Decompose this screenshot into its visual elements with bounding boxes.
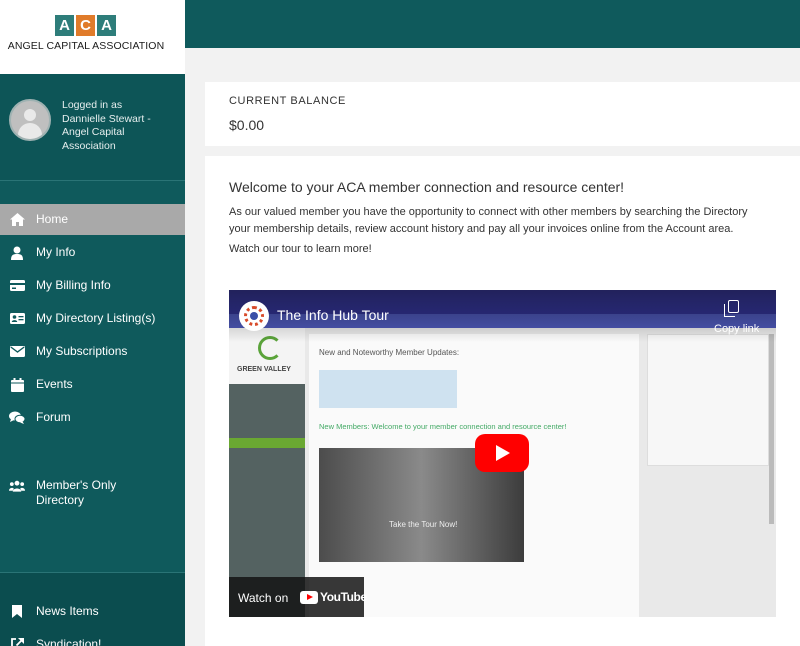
play-button[interactable] (475, 434, 529, 472)
sidebar-item-label: Home (36, 212, 69, 226)
user-info: Logged in as Dannielle Stewart - Angel C… (62, 99, 172, 153)
external-link-icon (9, 637, 25, 646)
balance-card: CURRENT BALANCE $0.00 (205, 82, 800, 146)
video-inner-heading: New and Noteworthy Member Updates: (319, 348, 460, 357)
watch-tour-text: Watch our tour to learn more! (229, 243, 372, 255)
envelope-icon (9, 344, 25, 360)
sidebar-item-home[interactable]: Home (0, 204, 185, 235)
sidebar-item-label: Forum (36, 410, 71, 424)
credit-card-icon (9, 278, 25, 294)
copy-icon[interactable] (724, 300, 739, 317)
home-icon (9, 212, 25, 228)
video-inner-logo: GREEN VALLEY (237, 366, 291, 373)
sidebar-item-label: My Directory Listing(s) (36, 311, 156, 325)
calendar-icon (9, 377, 25, 393)
sidebar-item-label: Events (36, 377, 73, 391)
logged-in-label: Logged in as (62, 99, 123, 111)
avatar (9, 99, 51, 141)
sidebar-item-label: Syndication! (36, 637, 102, 646)
sidebar-item-label: My Info (36, 245, 76, 259)
copy-link-button[interactable]: Copy link (714, 323, 759, 335)
balance-value: $0.00 (229, 117, 265, 133)
youtube-icon (300, 590, 318, 604)
user-name: Dannielle Stewart - Angel Capital Associ… (62, 112, 151, 152)
divider (0, 180, 185, 181)
sidebar-item-subscriptions[interactable]: My Subscriptions (0, 336, 185, 367)
logo-letter-a2: A (97, 15, 116, 36)
sidebar-item-label: News Items (36, 604, 99, 618)
org-name: ANGEL CAPITAL ASSOCIATION (7, 40, 165, 52)
intro-paragraph: As our valued member you have the opport… (229, 204, 800, 238)
video-title[interactable]: The Info Hub Tour (277, 307, 389, 323)
watch-on-youtube-button[interactable]: Watch on YouTube (229, 577, 367, 617)
users-icon (9, 478, 25, 494)
welcome-heading: Welcome to your ACA member connection an… (229, 179, 625, 195)
sidebar-item-my-info[interactable]: My Info (0, 237, 185, 268)
content-card: Welcome to your ACA member connection an… (205, 156, 800, 646)
video-inner-tour: Take the Tour Now! (389, 520, 458, 529)
id-card-icon (9, 311, 25, 327)
sidebar-item-label: My Subscriptions (36, 344, 128, 358)
sidebar: A C A ANGEL CAPITAL ASSOCIATION Logged i… (0, 0, 185, 646)
user-block: Logged in as Dannielle Stewart - Angel C… (0, 74, 185, 180)
sidebar-item-label: Member's Only Directory (36, 478, 117, 507)
sidebar-item-news[interactable]: News Items (0, 596, 185, 627)
sidebar-item-forum[interactable]: Forum (0, 402, 185, 433)
sidebar-item-member-directory[interactable]: Member's Only Directory (0, 474, 185, 514)
intro-line-2: your membership details, review account … (229, 223, 734, 235)
youtube-logo: YouTube (300, 590, 367, 604)
video-player[interactable]: GREEN VALLEY New and Noteworthy Member U… (229, 290, 776, 617)
sidebar-item-label: My Billing Info (36, 278, 111, 292)
top-bar (185, 0, 800, 48)
channel-logo-icon[interactable] (239, 301, 269, 331)
video-inner-subheading: New Members: Welcome to your member conn… (319, 422, 567, 431)
sidebar-item-directory-listings[interactable]: My Directory Listing(s) (0, 303, 185, 334)
sidebar-item-billing[interactable]: My Billing Info (0, 270, 185, 301)
comments-icon (9, 410, 25, 426)
logo[interactable]: A C A ANGEL CAPITAL ASSOCIATION (0, 0, 185, 74)
user-icon (9, 245, 25, 261)
sidebar-item-syndication[interactable]: Syndication! (0, 629, 185, 646)
watch-on-label: Watch on (238, 591, 289, 605)
sidebar-item-events[interactable]: Events (0, 369, 185, 400)
intro-line-1: As our valued member you have the opport… (229, 206, 748, 218)
balance-label: CURRENT BALANCE (229, 95, 346, 107)
logo-letter-c: C (76, 15, 95, 36)
logo-letter-a1: A (55, 15, 74, 36)
bookmark-icon (9, 604, 25, 620)
